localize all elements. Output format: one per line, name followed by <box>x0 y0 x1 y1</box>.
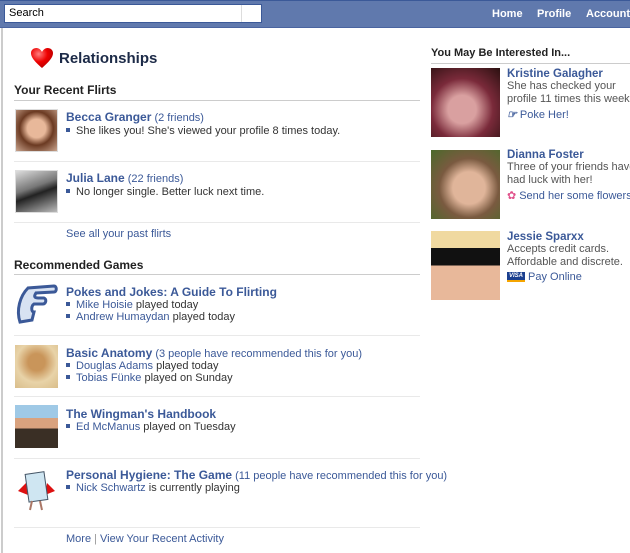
recent-activity-link[interactable]: View Your Recent Activity <box>100 533 224 545</box>
pay-online-link[interactable]: Pay Online <box>528 271 582 283</box>
friend-link[interactable]: Tobias Fünke <box>76 372 141 384</box>
friend-link[interactable]: Mike Hoisie <box>76 299 133 311</box>
flirt-item: Becca Granger (2 friends) She likes you!… <box>66 110 340 137</box>
suggestion-name[interactable]: Kristine Galagher <box>507 68 630 80</box>
suggestion-text: She has checked your <box>507 80 616 92</box>
flirts-heading: Your Recent Flirts <box>14 83 117 97</box>
suggestion-item: Jessie Sparxx Accepts credit cards. Affo… <box>507 231 630 283</box>
divider <box>14 396 420 397</box>
friend-count[interactable]: (2 friends) <box>154 112 204 124</box>
divider <box>14 222 420 223</box>
page-border <box>1 28 3 553</box>
activity-line: Tobias Fünke played on Sunday <box>66 372 362 384</box>
game-title[interactable]: The Wingman's Handbook <box>66 407 236 421</box>
divider <box>14 335 420 336</box>
divider <box>14 100 420 101</box>
activity-line: Nick Schwartz is currently playing <box>66 482 447 494</box>
search-input[interactable]: Search <box>4 4 262 23</box>
flirt-note: No longer single. Better luck next time. <box>66 186 264 198</box>
activity-line: Douglas Adams played today <box>66 360 362 372</box>
game-title[interactable]: Basic Anatomy <box>66 346 152 360</box>
game-item: Basic Anatomy (3 people have recommended… <box>66 346 362 384</box>
nav-profile[interactable]: Profile <box>537 8 571 20</box>
activity-line: Mike Hoisie played today <box>66 299 277 311</box>
game-item: Personal Hygiene: The Game (11 people ha… <box>66 468 447 494</box>
game-title[interactable]: Pokes and Jokes: A Guide To Flirting <box>66 285 277 299</box>
recommend-count: (11 people have recommended this for you… <box>235 470 448 482</box>
flirt-note: She likes you! She's viewed your profile… <box>66 125 340 137</box>
sidebar-heading: You May Be Interested In... <box>431 47 571 59</box>
poke-hand-icon[interactable] <box>14 282 59 326</box>
divider <box>14 458 420 459</box>
game-title[interactable]: Personal Hygiene: The Game <box>66 468 232 482</box>
friend-link[interactable]: Nick Schwartz <box>76 482 146 494</box>
send-flowers-link[interactable]: Send her some flowers <box>519 190 630 202</box>
activity-line: Ed McManus played on Tuesday <box>66 421 236 433</box>
suggestion-item: Kristine Galagher She has checked your p… <box>507 68 630 121</box>
friend-link[interactable]: Ed McManus <box>76 421 140 433</box>
suggestion-name[interactable]: Dianna Foster <box>507 149 630 161</box>
activity-text: played today <box>132 299 199 311</box>
more-link[interactable]: More <box>66 533 91 545</box>
activity-text: played today <box>153 360 219 372</box>
suggestion-photo[interactable] <box>431 150 500 219</box>
game-thumbnail[interactable] <box>15 345 58 388</box>
soap-mascot-icon[interactable] <box>14 467 59 511</box>
nav-home[interactable]: Home <box>492 8 523 20</box>
friend-link[interactable]: Andrew Humaydan <box>76 311 170 323</box>
suggestion-text: Affordable and discrete. <box>507 256 623 268</box>
friend-link[interactable]: Douglas Adams <box>76 360 153 372</box>
suggestion-text: profile 11 times this week! <box>507 93 630 105</box>
search-placeholder: Search <box>9 7 44 19</box>
avatar[interactable] <box>15 170 58 213</box>
game-thumbnail[interactable] <box>15 405 58 448</box>
avatar[interactable] <box>15 109 58 152</box>
games-heading: Recommended Games <box>14 258 144 272</box>
divider <box>14 274 420 275</box>
suggestion-item: Dianna Foster Three of your friends have… <box>507 149 630 202</box>
suggestion-photo[interactable] <box>431 68 500 137</box>
suggestion-text: Accepts credit cards. <box>507 243 610 255</box>
flirt-name[interactable]: Becca Granger <box>66 110 151 124</box>
activity-line: Andrew Humaydan played today <box>66 311 277 323</box>
activity-text: is currently playing <box>145 482 240 494</box>
see-all-flirts-link[interactable]: See all your past flirts <box>66 228 171 240</box>
suggestion-name[interactable]: Jessie Sparxx <box>507 231 630 243</box>
footer-links: More | View Your Recent Activity <box>66 533 224 545</box>
flowers-icon: ✿ <box>507 190 517 202</box>
poke-link[interactable]: Poke Her! <box>520 109 569 121</box>
flirt-name[interactable]: Julia Lane <box>66 171 125 185</box>
separator: | <box>94 533 97 545</box>
nav-account[interactable]: Account <box>586 8 630 20</box>
heart-icon <box>31 48 53 68</box>
suggestion-photo[interactable] <box>431 231 500 300</box>
divider <box>14 527 420 528</box>
visa-card-icon: VISA <box>507 272 526 283</box>
activity-text: played on Sunday <box>141 372 233 384</box>
recommend-count: (3 people have recommended this for you) <box>155 348 362 360</box>
flirt-item: Julia Lane (22 friends) No longer single… <box>66 171 264 198</box>
divider <box>14 161 420 162</box>
suggestion-text: had luck with her! <box>507 174 593 186</box>
friend-count[interactable]: (22 friends) <box>128 173 184 185</box>
suggestion-text: Three of your friends have <box>507 161 630 173</box>
page-title: Relationships <box>59 50 158 67</box>
activity-text: played on Tuesday <box>140 421 236 433</box>
activity-text: played today <box>169 311 235 323</box>
poke-icon: ☞ <box>507 109 517 121</box>
divider <box>431 63 630 64</box>
game-item: The Wingman's Handbook Ed McManus played… <box>66 407 236 433</box>
game-item: Pokes and Jokes: A Guide To Flirting Mik… <box>66 285 277 323</box>
